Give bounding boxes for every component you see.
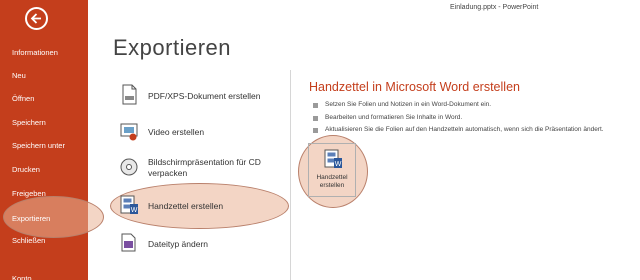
export-option-dateityp[interactable]: Dateityp ändern: [112, 226, 287, 262]
sidebar-item-informationen[interactable]: Informationen: [0, 44, 88, 62]
export-option-video[interactable]: Video erstellen: [112, 114, 287, 150]
export-option-label-line1: Bildschirmpräsentation für CD: [148, 157, 261, 167]
sidebar-item-drucken[interactable]: Drucken: [0, 161, 88, 179]
cd-icon: [120, 158, 138, 176]
export-option-label: Handzettel erstellen: [148, 201, 224, 211]
export-option-label-line2: verpacken: [148, 168, 188, 178]
sidebar-item-oeffnen[interactable]: Öffnen: [0, 90, 88, 108]
panel-bullets: Setzen Sie Folien und Notizen in ein Wor…: [313, 99, 604, 137]
svg-text:W: W: [335, 161, 342, 168]
panel-title: Handzettel in Microsoft Word erstellen: [309, 80, 520, 94]
sidebar-item-speichern-unter[interactable]: Speichern unter: [0, 137, 88, 155]
export-option-label: PDF/XPS-Dokument erstellen: [148, 91, 261, 101]
export-option-pdf[interactable]: PDF/XPS-Dokument erstellen: [112, 78, 287, 114]
back-button[interactable]: [25, 7, 48, 30]
pdf-document-icon: [122, 84, 137, 105]
file-type-icon: [121, 233, 136, 252]
panel-divider: [290, 70, 291, 280]
sidebar-item-exportieren[interactable]: Exportieren: [0, 210, 88, 228]
svg-text:W: W: [131, 207, 138, 214]
sidebar-item-schliessen[interactable]: Schließen: [0, 232, 88, 250]
create-button-label-line1: Handzettel: [316, 174, 348, 181]
sidebar-item-konto[interactable]: Konto: [0, 270, 88, 280]
handout-icon: W: [120, 195, 138, 214]
export-option-label: Video erstellen: [148, 127, 205, 137]
sidebar-item-neu[interactable]: Neu: [0, 67, 88, 85]
list-item: Bearbeiten und formatieren Sie Inhalte i…: [313, 112, 604, 125]
handout-icon: W: [324, 149, 342, 168]
back-arrow-icon: [30, 13, 41, 24]
video-icon: [120, 123, 138, 141]
create-button-label-line2: erstellen: [319, 182, 345, 189]
export-option-cd[interactable]: Bildschirmpräsentation für CD verpacken: [112, 150, 287, 186]
sidebar-item-speichern[interactable]: Speichern: [0, 114, 88, 132]
create-button-label: Handzettel erstellen: [309, 174, 355, 190]
window-title: Einladung.pptx - PowerPoint: [450, 4, 539, 11]
list-item: Setzen Sie Folien und Notizen in ein Wor…: [313, 99, 604, 112]
page-title: Exportieren: [113, 35, 232, 60]
export-option-handzettel[interactable]: W Handzettel erstellen: [112, 188, 287, 224]
create-handout-button[interactable]: W Handzettel erstellen: [308, 143, 356, 197]
list-item: Aktualisieren Sie die Folien auf den Han…: [313, 124, 604, 137]
export-option-label: Dateityp ändern: [148, 239, 209, 249]
